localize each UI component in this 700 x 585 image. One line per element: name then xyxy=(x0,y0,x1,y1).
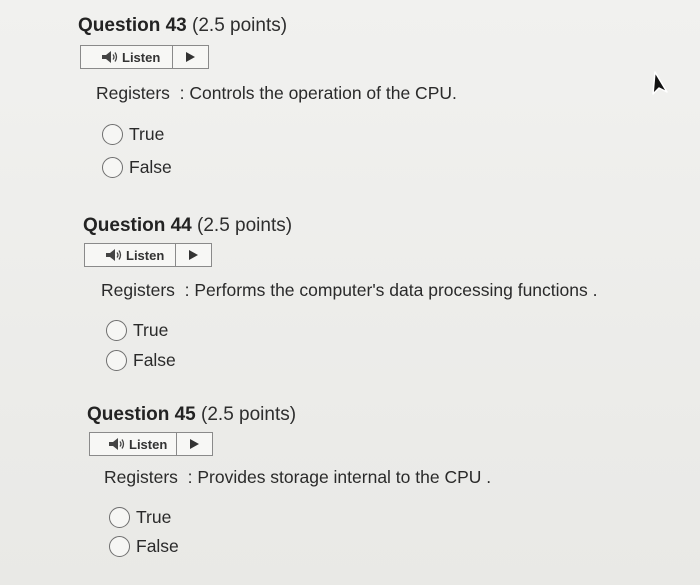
mouse-cursor-icon xyxy=(652,71,668,95)
listen-label: Listen xyxy=(122,49,161,65)
radio-button[interactable] xyxy=(106,350,127,371)
speaker-icon xyxy=(102,51,118,63)
listen-button[interactable]: Listen xyxy=(81,46,173,68)
option-false[interactable]: False xyxy=(102,157,172,178)
option-label: False xyxy=(129,157,172,177)
listen-button[interactable]: Listen xyxy=(85,244,176,266)
play-button[interactable] xyxy=(176,244,211,266)
question-title: Question 43 (2.5 points) xyxy=(78,15,287,37)
play-button[interactable] xyxy=(177,433,212,455)
question-number: Question 43 xyxy=(78,15,187,36)
play-icon xyxy=(185,52,195,62)
question-points: (2.5 points) xyxy=(192,15,288,36)
listen-button-group: Listen xyxy=(89,432,213,456)
question-points: (2.5 points) xyxy=(197,215,293,236)
radio-button[interactable] xyxy=(102,157,123,178)
radio-button[interactable] xyxy=(109,536,130,557)
listen-button-group: Listen xyxy=(80,45,209,69)
listen-button[interactable]: Listen xyxy=(90,433,178,455)
question-title: Question 44 (2.5 points) xyxy=(83,215,292,237)
play-icon xyxy=(188,250,198,260)
listen-label: Listen xyxy=(129,436,168,452)
listen-label: Listen xyxy=(126,247,165,263)
radio-button[interactable] xyxy=(109,507,130,528)
option-label: False xyxy=(136,536,179,556)
option-false[interactable]: False xyxy=(106,350,176,371)
question-prompt: Registers : Controls the operation of th… xyxy=(96,83,457,103)
question-prompt: Registers : Provides storage internal to… xyxy=(104,467,492,487)
speaker-icon xyxy=(109,438,125,450)
option-label: True xyxy=(133,320,169,340)
option-label: True xyxy=(129,124,165,144)
question-prompt: Registers : Performs the computer's data… xyxy=(101,280,598,300)
option-label: True xyxy=(136,507,172,527)
option-false[interactable]: False xyxy=(109,536,179,557)
listen-button-group: Listen xyxy=(84,243,212,267)
radio-button[interactable] xyxy=(106,320,127,341)
question-points: (2.5 points) xyxy=(201,404,297,425)
play-icon xyxy=(190,439,200,449)
option-true[interactable]: True xyxy=(109,507,171,528)
question-title: Question 45 (2.5 points) xyxy=(87,404,296,426)
radio-button[interactable] xyxy=(102,124,123,145)
option-true[interactable]: True xyxy=(102,124,164,145)
question-number: Question 44 xyxy=(83,215,192,236)
play-button[interactable] xyxy=(173,46,208,68)
question-number: Question 45 xyxy=(87,404,196,425)
option-true[interactable]: True xyxy=(106,320,168,341)
speaker-icon xyxy=(106,249,122,261)
option-label: False xyxy=(133,350,176,370)
